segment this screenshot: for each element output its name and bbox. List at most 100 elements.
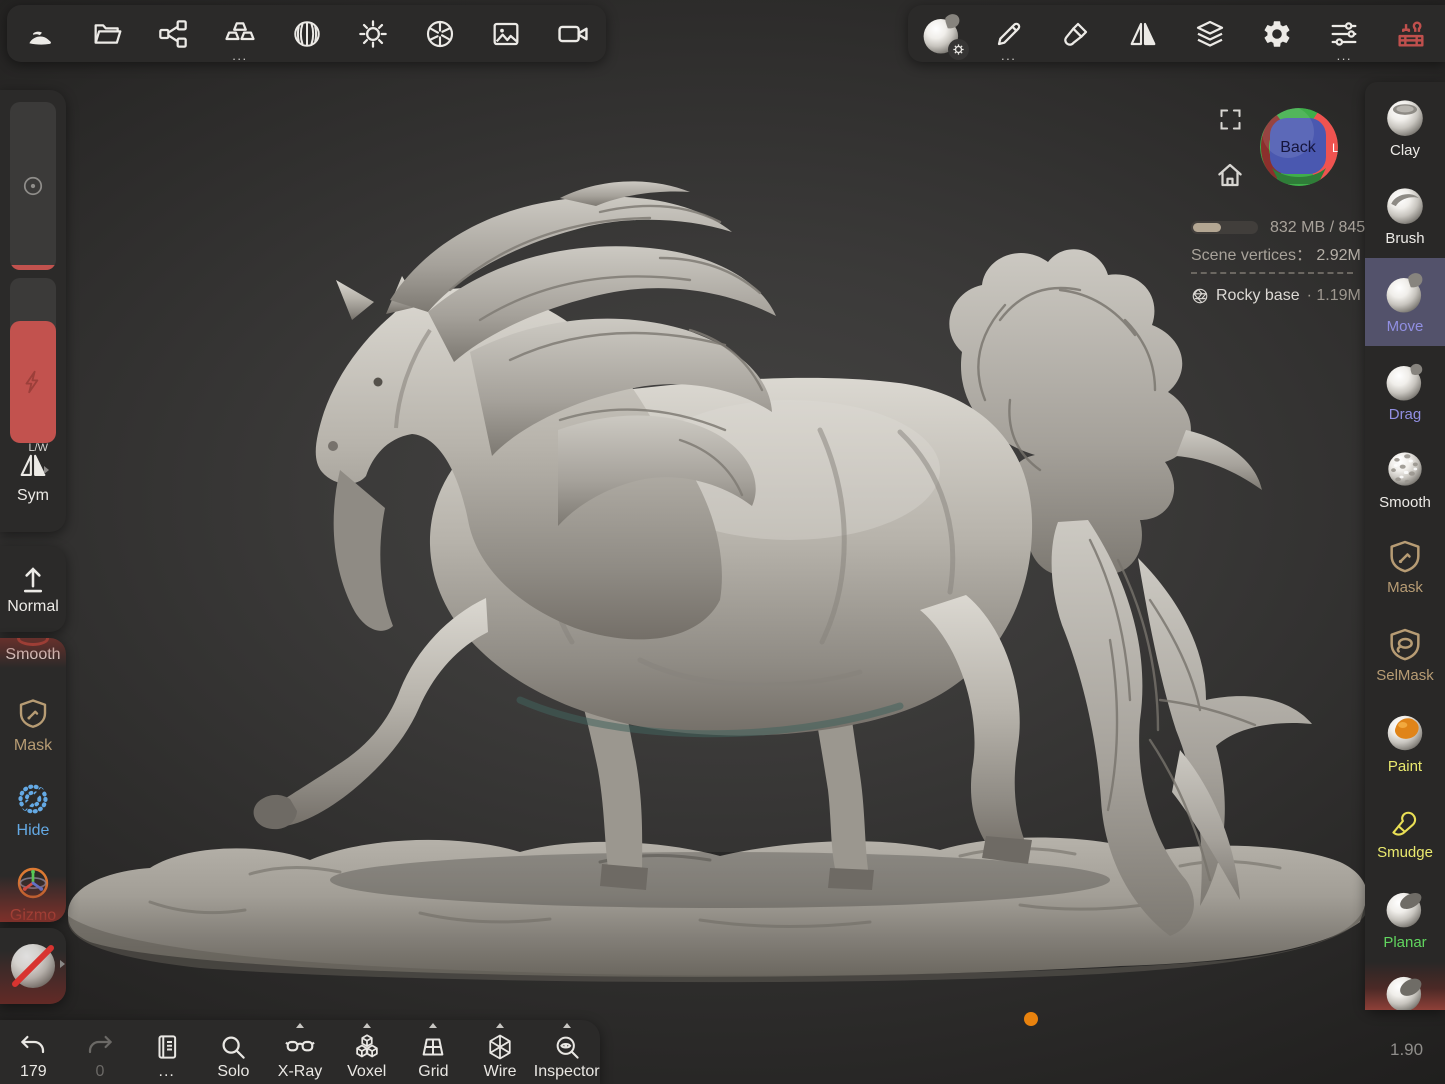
nav-sphere-right-label: L: [1332, 141, 1339, 155]
inspector-button[interactable]: Inspector: [533, 1020, 600, 1084]
top-right-toolbar: ... ...: [908, 5, 1445, 62]
scrolled-item-sliver: [17, 638, 49, 646]
background-image-icon: [490, 18, 522, 50]
app-menu-button[interactable]: [7, 5, 74, 62]
voxel-button[interactable]: Voxel: [333, 1020, 400, 1084]
material-disabled-button[interactable]: [0, 928, 66, 1004]
lighting-button[interactable]: [340, 5, 407, 62]
postprocess-aperture-icon: [424, 18, 456, 50]
navigation-view-sphere[interactable]: Back L: [1258, 106, 1340, 188]
tool-drag[interactable]: Drag: [1365, 346, 1445, 434]
mask-action-button[interactable]: Mask: [0, 696, 66, 755]
left-falloff-panel: Normal: [0, 546, 66, 632]
layers-button[interactable]: [1177, 5, 1244, 62]
matcap-sphere-icon: [291, 18, 323, 50]
toolbox-button[interactable]: [1378, 5, 1445, 62]
redo-arrow-icon: [85, 1032, 115, 1062]
nav-sphere-front-label: Back: [1280, 139, 1317, 156]
tool-selmask[interactable]: SelMask: [1365, 610, 1445, 698]
tool-smooth[interactable]: Smooth: [1365, 434, 1445, 522]
tool-smudge[interactable]: Smudge: [1365, 786, 1445, 874]
layer-name: Rocky base: [1216, 287, 1300, 305]
layer-row-rocky-base[interactable]: Rocky base · 1.19M: [1191, 287, 1365, 305]
sidebar-page-dot[interactable]: [1024, 1012, 1038, 1026]
gizmo-label: Gizmo: [0, 907, 66, 922]
home-view-button[interactable]: [1215, 160, 1245, 193]
tool-clay[interactable]: Clay: [1365, 82, 1445, 170]
hide-action-button[interactable]: Hide: [0, 781, 66, 840]
left-material-panel: [0, 928, 66, 1004]
tool-move[interactable]: Move: [1365, 258, 1445, 346]
history-button[interactable]: ...: [133, 1020, 200, 1084]
wireframe-hex-icon: [485, 1032, 515, 1062]
solo-button[interactable]: Solo: [200, 1020, 267, 1084]
planar-sphere-icon: [1382, 886, 1428, 932]
redo-button[interactable]: 0: [67, 1020, 134, 1084]
tool-palette-scroll-fade[interactable]: [1365, 962, 1445, 1010]
files-button[interactable]: [74, 5, 141, 62]
symmetry-button[interactable]: [1109, 5, 1176, 62]
home-icon: [1215, 160, 1245, 190]
material-paintbrush-icon: [1060, 18, 1092, 50]
smooth-action-button[interactable]: Smooth: [0, 646, 66, 664]
history-book-icon: [152, 1032, 182, 1062]
partial-tool-sphere-icon: [1382, 970, 1428, 1010]
lighting-sun-icon: [357, 18, 389, 50]
tool-brush[interactable]: Brush: [1365, 170, 1445, 258]
gizmo-action-button[interactable]: Gizmo: [0, 864, 66, 922]
tool-planar[interactable]: Planar: [1365, 874, 1445, 962]
paint-sphere-icon: [1382, 710, 1428, 756]
layer-separator: [1191, 272, 1353, 274]
intensity-slider[interactable]: [10, 278, 56, 443]
tool-paint[interactable]: Paint: [1365, 698, 1445, 786]
bottom-toolbar: 179 0 ... Solo X-Ray Voxel: [0, 1020, 600, 1084]
selmask-shield-icon: [1385, 625, 1425, 665]
history-more-dots: ...: [159, 1063, 175, 1080]
gizmo-axes-icon: [14, 864, 52, 902]
symmetry-mirror-icon: [1127, 18, 1159, 50]
stroke-settings-button[interactable]: ...: [975, 5, 1042, 62]
intensity-bolt-icon: [20, 369, 46, 395]
mesh-sphere-icon: [1191, 287, 1209, 305]
active-brush-preview-button[interactable]: [908, 5, 975, 62]
caret-up-icon: [296, 1023, 304, 1028]
left-slider-panel: L/W Sym: [0, 90, 66, 532]
undo-arrow-icon: [18, 1032, 48, 1062]
xray-glasses-icon: [284, 1030, 316, 1062]
undo-button[interactable]: 179: [0, 1020, 67, 1084]
falloff-normal-button[interactable]: Normal: [7, 562, 59, 616]
symmetry-toggle[interactable]: L/W Sym: [0, 448, 66, 505]
active-brush-sphere-icon: [919, 11, 965, 57]
hide-dots-icon: [15, 781, 51, 817]
memory-bar: [1191, 221, 1258, 234]
memory-usage: 832 MB / 845 M: [1191, 219, 1365, 235]
folder-icon: [91, 18, 123, 50]
scene-vertices: Scene vertices： 2.92M: [1191, 241, 1365, 265]
bake-more-dots: ...: [207, 50, 274, 62]
postprocess-button[interactable]: [406, 5, 473, 62]
fullscreen-button[interactable]: [1217, 106, 1244, 136]
wire-button[interactable]: Wire: [467, 1020, 534, 1084]
xray-button[interactable]: X-Ray: [267, 1020, 334, 1084]
tool-mask[interactable]: Mask: [1365, 522, 1445, 610]
arrow-up-icon: [16, 562, 50, 596]
global-filters-button[interactable]: ...: [1311, 5, 1378, 62]
redo-count: 0: [96, 1063, 105, 1080]
scene-graph-button[interactable]: [140, 5, 207, 62]
settings-button[interactable]: [1244, 5, 1311, 62]
solo-magnifier-icon: [218, 1032, 248, 1062]
material-button[interactable]: [273, 5, 340, 62]
app-window: Back L 832 MB / 845 M Scene vertices： 2.…: [0, 0, 1445, 1084]
falloff-label: Normal: [7, 598, 59, 616]
caret-up-icon: [363, 1023, 371, 1028]
grid-button[interactable]: Grid: [400, 1020, 467, 1084]
background-button[interactable]: [473, 5, 540, 62]
smudge-hand-icon: [1384, 800, 1426, 842]
painting-settings-button[interactable]: [1042, 5, 1109, 62]
camera-button[interactable]: [540, 5, 607, 62]
toolbox-icon: [1394, 17, 1428, 51]
camera-video-icon: [556, 17, 590, 51]
bake-button[interactable]: ...: [207, 5, 274, 62]
move-sphere-icon: [1382, 270, 1428, 316]
radius-slider[interactable]: [10, 102, 56, 270]
